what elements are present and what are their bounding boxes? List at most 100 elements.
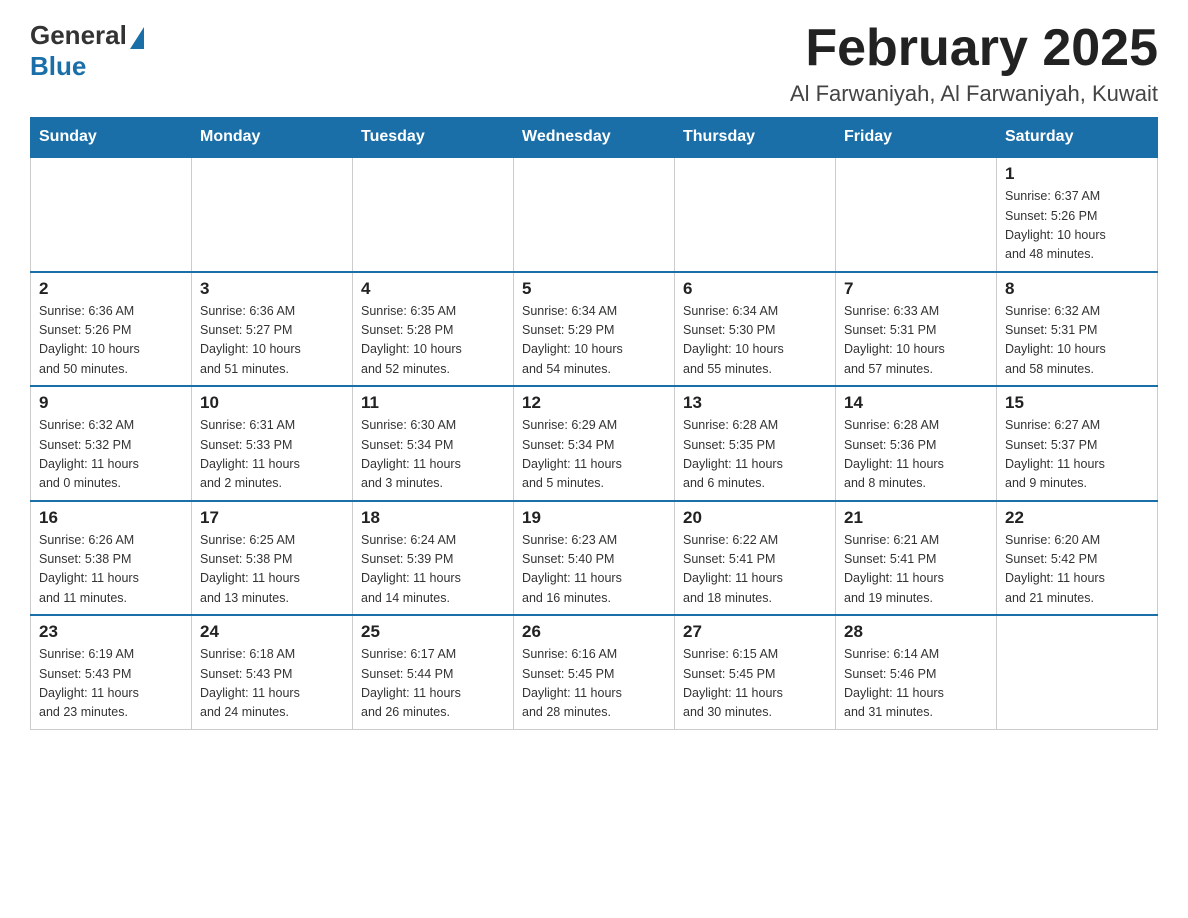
day-info: Sunrise: 6:36 AM Sunset: 5:27 PM Dayligh… <box>200 302 344 380</box>
day-info: Sunrise: 6:34 AM Sunset: 5:29 PM Dayligh… <box>522 302 666 380</box>
day-info: Sunrise: 6:32 AM Sunset: 5:32 PM Dayligh… <box>39 416 183 494</box>
week-row-3: 9 Sunrise: 6:32 AM Sunset: 5:32 PM Daylig… <box>31 386 1158 501</box>
weekday-header-friday: Friday <box>836 118 997 158</box>
month-title: February 2025 <box>790 20 1158 77</box>
weekday-header-sunday: Sunday <box>31 118 192 158</box>
day-number: 8 <box>1005 279 1149 299</box>
day-info: Sunrise: 6:26 AM Sunset: 5:38 PM Dayligh… <box>39 531 183 609</box>
calendar-cell: 6Sunrise: 6:34 AM Sunset: 5:30 PM Daylig… <box>675 272 836 387</box>
day-info: Sunrise: 6:28 AM Sunset: 5:35 PM Dayligh… <box>683 416 827 494</box>
day-info: Sunrise: 6:22 AM Sunset: 5:41 PM Dayligh… <box>683 531 827 609</box>
day-number: 21 <box>844 508 988 528</box>
calendar-table: SundayMondayTuesdayWednesdayThursdayFrid… <box>30 117 1158 730</box>
logo-triangle-icon <box>130 27 144 49</box>
calendar-cell: 5 Sunrise: 6:34 AM Sunset: 5:29 PM Daylig… <box>514 272 675 387</box>
day-info: Sunrise: 6:19 AM Sunset: 5:43 PM Dayligh… <box>39 645 183 723</box>
calendar-cell: 9 Sunrise: 6:32 AM Sunset: 5:32 PM Daylig… <box>31 386 192 501</box>
logo-general-text: General <box>30 20 127 51</box>
day-info: Sunrise: 6:21 AM Sunset: 5:41 PM Dayligh… <box>844 531 988 609</box>
day-number: 10 <box>200 393 344 413</box>
weekday-header-row: SundayMondayTuesdayWednesdayThursdayFrid… <box>31 118 1158 158</box>
day-number: 20 <box>683 508 827 528</box>
calendar-cell: 17 Sunrise: 6:25 AM Sunset: 5:38 PM Dayli… <box>192 501 353 616</box>
day-info: Sunrise: 6:36 AM Sunset: 5:26 PM Dayligh… <box>39 302 183 380</box>
calendar-cell: 10 Sunrise: 6:31 AM Sunset: 5:33 PM Dayli… <box>192 386 353 501</box>
day-number: 23 <box>39 622 183 642</box>
calendar-cell: 14 Sunrise: 6:28 AM Sunset: 5:36 PM Dayli… <box>836 386 997 501</box>
day-info: Sunrise: 6:30 AM Sunset: 5:34 PM Dayligh… <box>361 416 505 494</box>
calendar-cell: 21 Sunrise: 6:21 AM Sunset: 5:41 PM Dayli… <box>836 501 997 616</box>
calendar-cell: 27 Sunrise: 6:15 AM Sunset: 5:45 PM Dayli… <box>675 615 836 729</box>
calendar-cell: 8 Sunrise: 6:32 AM Sunset: 5:31 PM Daylig… <box>997 272 1158 387</box>
day-info: Sunrise: 6:37 AM Sunset: 5:26 PM Dayligh… <box>1005 187 1149 265</box>
day-info: Sunrise: 6:27 AM Sunset: 5:37 PM Dayligh… <box>1005 416 1149 494</box>
day-number: 4 <box>361 279 505 299</box>
weekday-header-tuesday: Tuesday <box>353 118 514 158</box>
day-info: Sunrise: 6:18 AM Sunset: 5:43 PM Dayligh… <box>200 645 344 723</box>
day-info: Sunrise: 6:29 AM Sunset: 5:34 PM Dayligh… <box>522 416 666 494</box>
title-area: February 2025 Al Farwaniyah, Al Farwaniy… <box>790 20 1158 107</box>
day-info: Sunrise: 6:31 AM Sunset: 5:33 PM Dayligh… <box>200 416 344 494</box>
day-info: Sunrise: 6:16 AM Sunset: 5:45 PM Dayligh… <box>522 645 666 723</box>
day-info: Sunrise: 6:17 AM Sunset: 5:44 PM Dayligh… <box>361 645 505 723</box>
weekday-header-wednesday: Wednesday <box>514 118 675 158</box>
calendar-cell: 13Sunrise: 6:28 AM Sunset: 5:35 PM Dayli… <box>675 386 836 501</box>
day-number: 14 <box>844 393 988 413</box>
calendar-cell: 26 Sunrise: 6:16 AM Sunset: 5:45 PM Dayli… <box>514 615 675 729</box>
day-number: 12 <box>522 393 666 413</box>
day-number: 5 <box>522 279 666 299</box>
day-number: 27 <box>683 622 827 642</box>
day-info: Sunrise: 6:24 AM Sunset: 5:39 PM Dayligh… <box>361 531 505 609</box>
week-row-5: 23 Sunrise: 6:19 AM Sunset: 5:43 PM Dayli… <box>31 615 1158 729</box>
day-info: Sunrise: 6:32 AM Sunset: 5:31 PM Dayligh… <box>1005 302 1149 380</box>
calendar-cell <box>997 615 1158 729</box>
day-number: 18 <box>361 508 505 528</box>
calendar-cell: 2 Sunrise: 6:36 AM Sunset: 5:26 PM Daylig… <box>31 272 192 387</box>
week-row-4: 16 Sunrise: 6:26 AM Sunset: 5:38 PM Dayli… <box>31 501 1158 616</box>
day-info: Sunrise: 6:14 AM Sunset: 5:46 PM Dayligh… <box>844 645 988 723</box>
week-row-1: 1 Sunrise: 6:37 AM Sunset: 5:26 PM Daylig… <box>31 157 1158 272</box>
calendar-cell: 24 Sunrise: 6:18 AM Sunset: 5:43 PM Dayli… <box>192 615 353 729</box>
day-info: Sunrise: 6:28 AM Sunset: 5:36 PM Dayligh… <box>844 416 988 494</box>
calendar-cell: 4 Sunrise: 6:35 AM Sunset: 5:28 PM Daylig… <box>353 272 514 387</box>
calendar-cell: 18 Sunrise: 6:24 AM Sunset: 5:39 PM Dayli… <box>353 501 514 616</box>
day-info: Sunrise: 6:23 AM Sunset: 5:40 PM Dayligh… <box>522 531 666 609</box>
day-number: 15 <box>1005 393 1149 413</box>
day-number: 26 <box>522 622 666 642</box>
day-info: Sunrise: 6:25 AM Sunset: 5:38 PM Dayligh… <box>200 531 344 609</box>
calendar-cell: 12 Sunrise: 6:29 AM Sunset: 5:34 PM Dayli… <box>514 386 675 501</box>
calendar-cell: 7Sunrise: 6:33 AM Sunset: 5:31 PM Daylig… <box>836 272 997 387</box>
logo: General Blue <box>30 20 144 82</box>
calendar-cell: 23 Sunrise: 6:19 AM Sunset: 5:43 PM Dayli… <box>31 615 192 729</box>
calendar-cell: 22 Sunrise: 6:20 AM Sunset: 5:42 PM Dayli… <box>997 501 1158 616</box>
day-number: 7 <box>844 279 988 299</box>
day-info: Sunrise: 6:15 AM Sunset: 5:45 PM Dayligh… <box>683 645 827 723</box>
weekday-header-thursday: Thursday <box>675 118 836 158</box>
calendar-cell: 3 Sunrise: 6:36 AM Sunset: 5:27 PM Daylig… <box>192 272 353 387</box>
day-number: 28 <box>844 622 988 642</box>
calendar-cell <box>192 157 353 272</box>
calendar-cell: 25 Sunrise: 6:17 AM Sunset: 5:44 PM Dayli… <box>353 615 514 729</box>
day-number: 9 <box>39 393 183 413</box>
day-number: 25 <box>361 622 505 642</box>
day-number: 22 <box>1005 508 1149 528</box>
calendar-cell: 20 Sunrise: 6:22 AM Sunset: 5:41 PM Dayli… <box>675 501 836 616</box>
day-info: Sunrise: 6:35 AM Sunset: 5:28 PM Dayligh… <box>361 302 505 380</box>
day-number: 16 <box>39 508 183 528</box>
day-number: 6 <box>683 279 827 299</box>
location-title: Al Farwaniyah, Al Farwaniyah, Kuwait <box>790 81 1158 107</box>
day-number: 3 <box>200 279 344 299</box>
calendar-cell <box>675 157 836 272</box>
weekday-header-monday: Monday <box>192 118 353 158</box>
logo-blue-text: Blue <box>30 51 86 82</box>
day-number: 17 <box>200 508 344 528</box>
day-number: 1 <box>1005 164 1149 184</box>
calendar-cell <box>353 157 514 272</box>
day-info: Sunrise: 6:20 AM Sunset: 5:42 PM Dayligh… <box>1005 531 1149 609</box>
day-number: 24 <box>200 622 344 642</box>
day-number: 2 <box>39 279 183 299</box>
calendar-cell: 16 Sunrise: 6:26 AM Sunset: 5:38 PM Dayli… <box>31 501 192 616</box>
calendar-cell <box>514 157 675 272</box>
weekday-header-saturday: Saturday <box>997 118 1158 158</box>
calendar-cell <box>31 157 192 272</box>
